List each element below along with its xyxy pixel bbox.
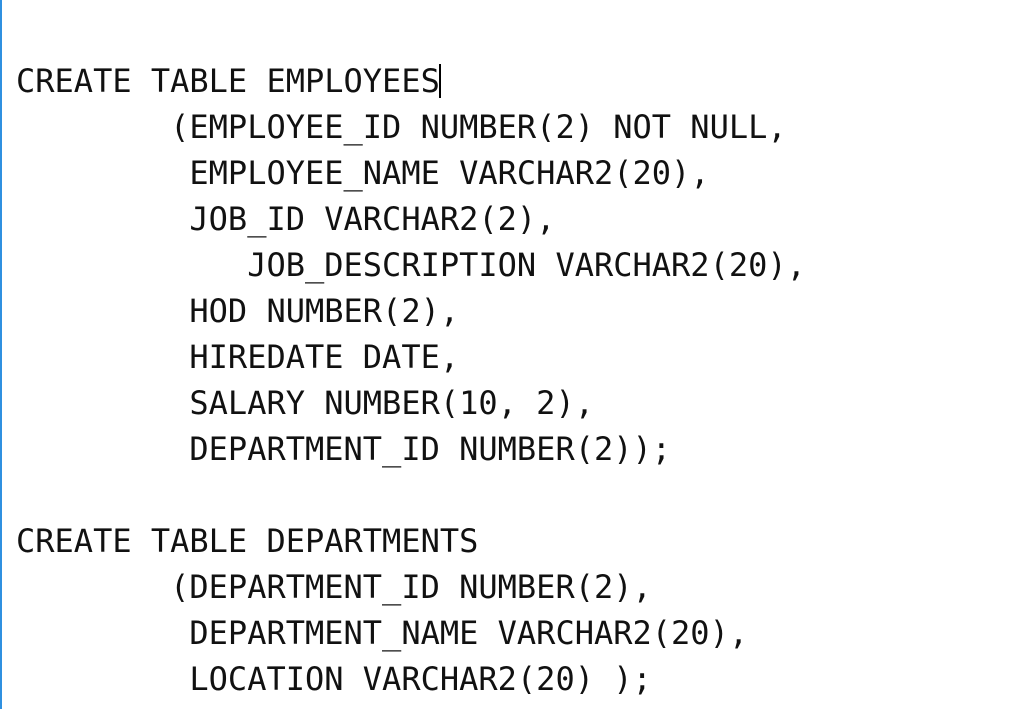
code-line-7: HIREDATE DATE, (16, 338, 459, 376)
code-line-12: (DEPARTMENT_ID NUMBER(2), (16, 568, 652, 606)
code-line-6: HOD NUMBER(2), (16, 292, 459, 330)
code-line-9: DEPARTMENT_ID NUMBER(2)); (16, 430, 671, 468)
code-line-11: CREATE TABLE DEPARTMENTS (16, 522, 478, 560)
code-line-13: DEPARTMENT_NAME VARCHAR2(20), (16, 614, 748, 652)
code-line-5: JOB_DESCRIPTION VARCHAR2(20), (16, 246, 806, 284)
code-line-14: LOCATION VARCHAR2(20) ); (16, 660, 652, 698)
code-line-3: EMPLOYEE_NAME VARCHAR2(20), (16, 154, 710, 192)
code-line-8: SALARY NUMBER(10, 2), (16, 384, 594, 422)
code-line-1a: CREATE TABLE EMPLOYEES (16, 62, 440, 100)
sql-code-editor[interactable]: CREATE TABLE EMPLOYEES (EMPLOYEE_ID NUMB… (0, 0, 1024, 709)
code-line-4: JOB_ID VARCHAR2(2), (16, 200, 555, 238)
code-line-2: (EMPLOYEE_ID NUMBER(2) NOT NULL, (16, 108, 787, 146)
